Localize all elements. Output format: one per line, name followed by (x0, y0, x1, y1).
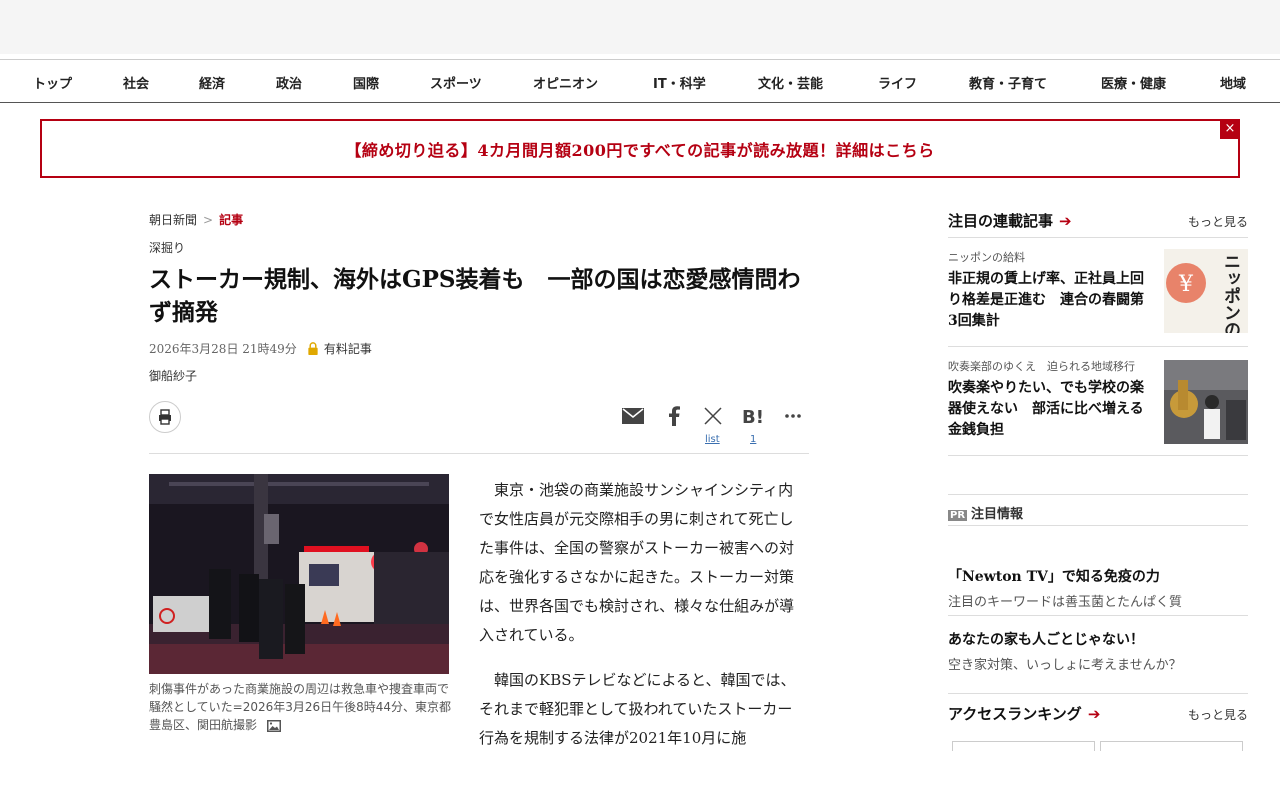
breadcrumb-current[interactable]: 記事 (219, 213, 243, 227)
ranking-more-link[interactable]: もっと見る (1188, 706, 1248, 723)
nav-item-economy[interactable]: 経済 (199, 73, 225, 92)
series-section-header: 注目の連載記事 ➔ もっと見る (948, 210, 1248, 234)
image-icon[interactable] (266, 719, 281, 732)
print-icon (159, 409, 171, 425)
series-title: 非正規の賃上げ率、正社員上回り格差是正進む 連合の春闘第3回集計 (948, 271, 1144, 329)
divider (948, 693, 1248, 694)
nav-item-it-science[interactable]: IT・科学 (653, 73, 706, 92)
breadcrumb-home[interactable]: 朝日新聞 (149, 213, 197, 227)
share-more-button[interactable] (781, 404, 805, 428)
paid-article-label: 有料記事 (323, 342, 372, 356)
share-hatena-button[interactable]: B! (741, 404, 765, 428)
svg-text:B!: B! (742, 407, 764, 425)
breadcrumb: 朝日新聞 > 記事 (149, 211, 243, 228)
pr-section-header: PR 注目情報 (948, 503, 1248, 522)
pr-section-title: 注目情報 (971, 507, 1024, 522)
article-photo[interactable] (149, 474, 449, 674)
series-thumb-text: ニッポンの給料 (1220, 253, 1241, 333)
share-list-link[interactable]: list (705, 434, 720, 445)
arrow-right-icon: ➔ (1059, 211, 1072, 230)
ranking-section-header: アクセスランキング ➔ もっと見る (948, 703, 1248, 727)
series-more-link[interactable]: もっと見る (1188, 213, 1248, 230)
divider (149, 453, 809, 454)
series-item[interactable]: ニッポンの給料 非正規の賃上げ率、正社員上回り格差是正進む 連合の春闘第3回集計… (948, 249, 1248, 333)
nav-item-top[interactable]: トップ (33, 73, 72, 92)
article-author[interactable]: 御船紗子 (149, 367, 197, 384)
nav-item-opinion[interactable]: オピニオン (533, 73, 598, 92)
article-paragraph: 東京・池袋の商業施設サンシャインシティ内で女性店員が元交際相手の男に刺されて死亡… (479, 481, 795, 644)
nav-item-international[interactable]: 国際 (353, 73, 379, 92)
ranking-section-title-text: アクセスランキング (948, 705, 1082, 723)
lock-icon (308, 342, 318, 355)
promo-text[interactable]: 【締め切り迫る】4カ月間月額200円ですべての記事が読み放題！詳細はこちら (345, 137, 934, 161)
series-thumbnail: ¥ ニッポンの給料 (1164, 249, 1248, 333)
top-header-bar (0, 0, 1280, 54)
pr-item-subtitle: 空き家対策、いっしょに考えませんか？ (948, 658, 1182, 673)
hatena-bookmark-icon: B! (742, 407, 764, 425)
nav-item-region[interactable]: 地域 (1220, 73, 1246, 92)
ranking-tab[interactable] (1100, 741, 1243, 751)
more-icon (785, 414, 801, 418)
divider (948, 237, 1248, 238)
photo-caption-text: 刺傷事件があった商業施設の周辺は救急車や捜査車両で騒然としていた=2026年3月… (149, 682, 452, 732)
main-nav: トップ 社会 経済 政治 国際 スポーツ オピニオン IT・科学 文化・芸能 ラ… (0, 59, 1280, 103)
pr-item-title: 「Newton TV」で知る免疫の力 (948, 569, 1160, 585)
article-date: 2026年3月28日 21時49分 (149, 342, 297, 356)
photo-caption: 刺傷事件があった商業施設の周辺は救急車や捜査車両で騒然としていた=2026年3月… (149, 680, 454, 734)
divider (948, 346, 1248, 347)
divider (948, 525, 1248, 526)
divider (948, 615, 1248, 616)
arrow-right-icon: ➔ (1087, 704, 1101, 723)
nav-item-education[interactable]: 教育・子育て (969, 73, 1047, 92)
pr-item-title: あなたの家も人ごとじゃない！ (948, 632, 1144, 648)
nav-item-society[interactable]: 社会 (123, 73, 149, 92)
nav-item-life[interactable]: ライフ (878, 73, 917, 92)
close-icon[interactable]: × (1220, 119, 1240, 139)
nav-item-sports[interactable]: スポーツ (430, 73, 482, 92)
share-x-button[interactable] (701, 404, 725, 428)
facebook-icon (669, 406, 680, 426)
pr-item[interactable]: あなたの家も人ごとじゃない！ 空き家対策、いっしょに考えませんか？ (948, 629, 1248, 673)
divider (948, 494, 1248, 495)
article-meta: 2026年3月28日 21時49分 有料記事 (149, 340, 372, 357)
series-title: 吹奏楽やりたい、でも学校の楽器使えない 部活に比べ増える金銭負担 (948, 380, 1144, 438)
print-button[interactable] (149, 401, 181, 433)
article-category[interactable]: 深掘り (149, 239, 185, 256)
divider (948, 455, 1248, 456)
hatena-count[interactable]: 1 (750, 434, 756, 445)
mail-icon (622, 408, 644, 424)
article-headline: ストーカー規制、海外はGPS装着も 一部の国は恋愛感情問わず摘発 (149, 266, 801, 326)
share-facebook-button[interactable] (662, 404, 686, 428)
svg-text:¥: ¥ (1178, 272, 1194, 297)
series-section-title-text: 注目の連載記事 (948, 212, 1054, 230)
nav-item-culture[interactable]: 文化・芸能 (758, 73, 823, 92)
nav-item-politics[interactable]: 政治 (276, 73, 302, 92)
ranking-tabs (952, 741, 1248, 751)
pr-item[interactable]: 「Newton TV」で知る免疫の力 注目のキーワードは善玉菌とたんぱく質 (948, 566, 1248, 610)
series-item[interactable]: 吹奏楽部のゆくえ 迫られる地域移行 吹奏楽やりたい、でも学校の楽器使えない 部活… (948, 358, 1248, 444)
series-thumbnail (1164, 360, 1248, 444)
share-mail-button[interactable] (621, 404, 645, 428)
pr-item-subtitle: 注目のキーワードは善玉菌とたんぱく質 (948, 595, 1183, 610)
x-icon (704, 407, 722, 425)
article-body: 東京・池袋の商業施設サンシャインシティ内で女性店員が元交際相手の男に刺されて死亡… (479, 476, 801, 769)
nav-item-health[interactable]: 医療・健康 (1101, 73, 1166, 92)
ranking-tab[interactable] (952, 741, 1095, 751)
pr-badge: PR (948, 510, 968, 521)
article-paragraph: 韓国のKBSテレビなどによると、韓国では、それまで軽犯罪として扱われていたストー… (479, 671, 796, 747)
breadcrumb-separator: > (203, 213, 214, 227)
subscription-promo-banner[interactable]: 【締め切り迫る】4カ月間月額200円ですべての記事が読み放題！詳細はこちら × (40, 119, 1240, 178)
